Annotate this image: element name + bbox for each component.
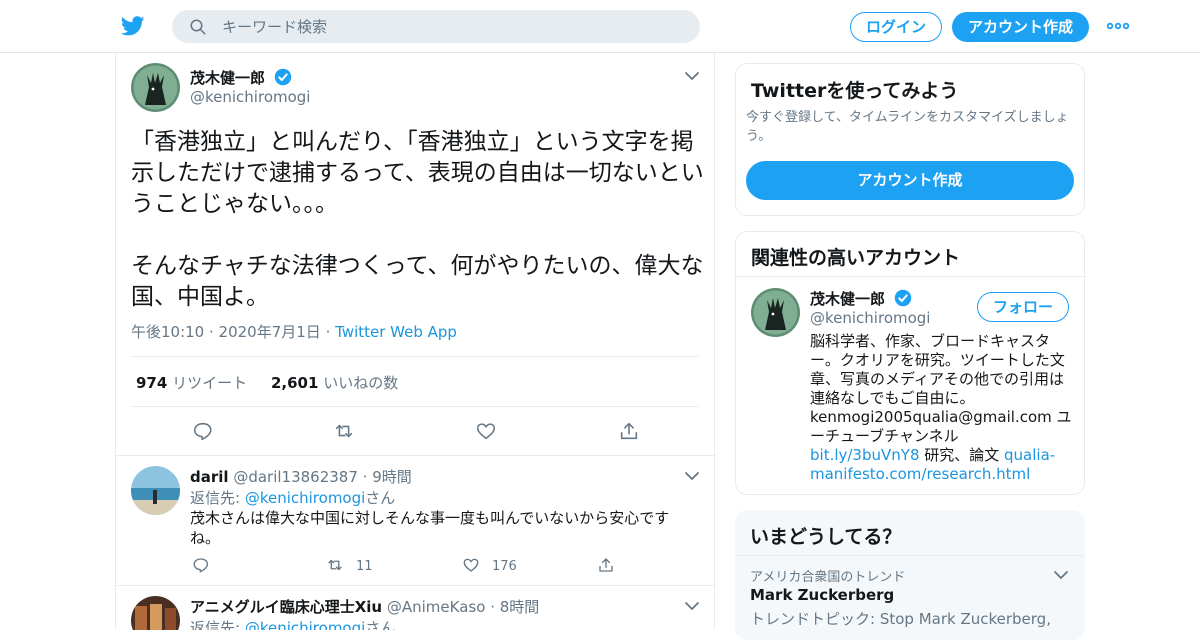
share-icon[interactable] [597,556,615,574]
chevron-down-icon[interactable] [1053,570,1069,580]
divider [131,356,699,357]
more-options-icon[interactable] [1106,18,1130,34]
reply-icon[interactable] [192,556,210,574]
trends-card: いまどうしてる？ アメリカ合衆国のトレンド Mark Zuckerberg トレ… [735,510,1085,640]
author-name[interactable]: 茂木健一郎 [190,67,292,88]
related-account-avatar[interactable] [751,288,800,337]
reply-author-name[interactable]: daril [190,468,229,486]
separator [116,585,714,586]
signup-card-subtitle: 今すぐ登録して、タイムラインをカスタマイズしましょう。 [746,110,1069,144]
search-icon [190,19,206,35]
tweet-timestamp[interactable]: 午後10:10 · 2020年7月1日 · Twitter Web App [131,321,457,342]
reply-share-button[interactable] [597,556,627,574]
author-handle[interactable]: @kenichiromogi [190,88,310,106]
reply-text: 茂木さんは偉大な中国に対しそんな事一度も叫んでいないから安心ですね。 [190,509,670,547]
verified-badge-icon [895,289,912,307]
signup-card-button[interactable]: アカウント作成 [746,161,1074,200]
signup-button[interactable]: アカウント作成 [952,12,1089,42]
chevron-down-icon[interactable] [684,71,700,81]
trend-context: アメリカ合衆国のトレンド [750,570,906,585]
top-bar: ログイン アカウント作成 [0,0,1200,53]
trend-name[interactable]: Mark Zuckerberg [750,586,894,604]
related-account-handle[interactable]: @kenichiromogi [810,309,930,327]
tweet-source-link[interactable]: Twitter Web App [335,323,457,341]
retweet-count[interactable]: 974 [136,374,167,392]
related-accounts-card: 関連性の高いアカウント 茂木健一郎 @kenichiromogi フォロー 脳科… [735,231,1085,495]
login-button[interactable]: ログイン [850,12,942,42]
share-icon[interactable] [618,420,640,442]
search-input[interactable] [222,10,682,43]
like-count-label[interactable]: いいねの数 [323,374,398,392]
bio-text: 脳科学者、作家、ブロードキャスター。クオリアを研究。ツイートした文章、写真のメデ… [810,332,1072,445]
verified-badge-icon [275,68,292,86]
reply-like-button[interactable]: 176 [462,556,517,574]
like-icon[interactable] [475,420,497,442]
replying-to-label: 返信先: [190,619,245,630]
replying-to-suffix: さん [365,619,396,630]
replying-to-link[interactable]: @kenichiromogi [245,489,365,507]
like-count[interactable]: 2,601 [271,374,318,392]
replying-to-label: 返信先: [190,489,245,507]
related-account-name-text[interactable]: 茂木健一郎 [810,290,885,308]
author-avatar[interactable] [131,63,180,112]
follow-button[interactable]: フォロー [977,292,1069,322]
replying-to-suffix: さん [365,489,396,507]
replying-to: 返信先: @kenichiromogiさん [190,617,395,630]
like-icon[interactable] [462,556,480,574]
reply-author-name[interactable]: アニメグルイ臨床心理士Xiu [190,598,382,616]
related-account-name[interactable]: 茂木健一郎 [810,288,912,309]
reply-author-handle[interactable]: @AnimeKaso [387,598,486,616]
replying-to: 返信先: @kenichiromogiさん [190,487,395,508]
twitter-logo-icon[interactable] [120,14,146,38]
retweet-count-label[interactable]: リツイート [172,374,247,392]
chevron-down-icon[interactable] [684,601,700,611]
search-box[interactable] [172,10,700,43]
divider [131,406,699,407]
tweet-date[interactable]: 2020年7月1日 [219,323,321,341]
main-timeline: 茂木健一郎 @kenichiromogi 「香港独立」と叫んだり、「香港独立」と… [115,53,715,630]
reply-like-count: 176 [492,559,517,574]
reply-author-handle[interactable]: @daril13862387 [233,468,358,486]
retweet-icon[interactable] [333,420,355,442]
divider [735,555,1085,556]
reply-avatar[interactable] [131,596,180,630]
author-name-text[interactable]: 茂木健一郎 [190,69,265,87]
signup-card: Twitterを使ってみよう 今すぐ登録して、タイムラインをカスタマイズしましょ… [735,63,1085,216]
trends-title: いまどうしてる？ [750,526,902,548]
separator [116,455,714,456]
related-account-bio: 脳科学者、作家、ブロードキャスター。クオリアを研究。ツイートした文章、写真のメデ… [810,332,1072,484]
tweet-time[interactable]: 午後10:10 [131,323,204,341]
reply-avatar[interactable] [131,466,180,515]
reply-header: アニメグルイ臨床心理士Xiu @AnimeKaso · 8時間 [190,598,540,616]
reply-time[interactable]: 8時間 [500,598,540,616]
signup-card-title: Twitterを使ってみよう [751,80,959,102]
chevron-down-icon[interactable] [684,471,700,481]
divider [736,276,1084,277]
tweet-text: 「香港独立」と叫んだり、「香港独立」という文字を掲示しただけで逮捕するって、表現… [131,129,704,310]
reply-reply-button[interactable] [192,556,222,574]
retweet-icon[interactable] [326,556,344,574]
related-accounts-title: 関連性の高いアカウント [751,247,961,269]
reply-retweet-count: 11 [356,559,373,574]
bio-text-mid: 研究、論文 [919,446,1005,464]
reply-icon[interactable] [192,420,214,442]
bio-youtube-link[interactable]: bit.ly/3buVnY8 [810,446,919,464]
trend-topic: トレンドトピック: Stop Mark Zuckerberg, [750,610,1051,628]
reply-header: daril @daril13862387 · 9時間 [190,468,412,486]
replying-to-link[interactable]: @kenichiromogi [245,619,365,630]
tweet-stats: 974 リツイート 2,601 いいねの数 [136,372,398,393]
reply-retweet-button[interactable]: 11 [326,556,373,574]
reply-time[interactable]: 9時間 [372,468,412,486]
